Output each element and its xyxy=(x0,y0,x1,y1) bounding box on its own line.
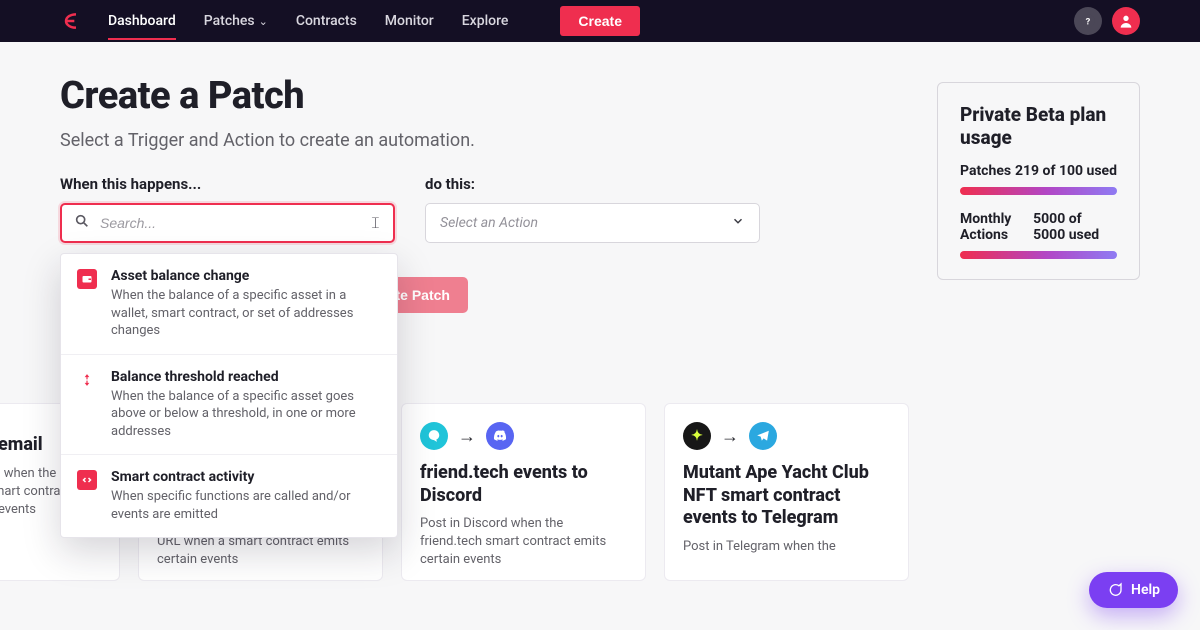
template-card[interactable]: ✦ → Mutant Ape Yacht Club NFT smart cont… xyxy=(664,403,909,581)
create-button[interactable]: Create xyxy=(560,6,640,36)
usage-label: Patches xyxy=(960,163,1011,179)
usage-value: 219 of 100 used xyxy=(1015,163,1117,179)
nav-monitor[interactable]: Monitor xyxy=(385,13,434,29)
dropdown-item-desc: When specific functions are called and/o… xyxy=(111,488,381,523)
code-icon xyxy=(77,470,97,490)
action-label: do this: xyxy=(425,175,760,193)
chat-icon xyxy=(1107,582,1123,598)
svg-text:?: ? xyxy=(1086,16,1091,27)
trigger-option-threshold[interactable]: Balance threshold reached When the balan… xyxy=(61,355,397,456)
template-desc: Post in Telegram when the xyxy=(683,538,890,556)
action-select[interactable]: Select an Action xyxy=(425,203,760,243)
nav-links: Dashboard Patches⌄ Contracts Monitor Exp… xyxy=(108,6,640,36)
arrow-icon: → xyxy=(721,426,739,447)
dropdown-item-title: Asset balance change xyxy=(111,268,381,284)
dropdown-item-title: Balance threshold reached xyxy=(111,369,381,385)
template-desc: Post in Discord when the friend.tech sma… xyxy=(420,515,627,570)
trigger-option-contract-activity[interactable]: Smart contract activity When specific fu… xyxy=(61,455,397,537)
trigger-option-asset-balance[interactable]: Asset balance change When the balance of… xyxy=(61,254,397,355)
usage-bar-patches xyxy=(960,187,1117,195)
friendtech-icon xyxy=(420,422,448,450)
search-icon xyxy=(74,213,90,233)
help-icon[interactable]: ? xyxy=(1074,7,1102,35)
dropdown-item-title: Smart contract activity xyxy=(111,469,381,485)
dropdown-item-desc: When the balance of a specific asset goe… xyxy=(111,388,381,441)
mayc-icon: ✦ xyxy=(683,422,711,450)
wallet-icon xyxy=(77,269,97,289)
nav-patches[interactable]: Patches⌄ xyxy=(204,13,268,29)
nav-dashboard[interactable]: Dashboard xyxy=(108,13,176,29)
trigger-search-input[interactable] xyxy=(98,214,370,232)
page-subtitle: Select a Trigger and Action to create an… xyxy=(60,130,909,151)
help-fab[interactable]: Help xyxy=(1089,572,1178,608)
main-content: Create a Patch Select a Trigger and Acti… xyxy=(60,74,909,581)
usage-value: 5000 of 5000 used xyxy=(1033,211,1117,243)
trigger-label: When this happens... xyxy=(60,175,395,193)
telegram-icon xyxy=(749,422,777,450)
top-nav: Dashboard Patches⌄ Contracts Monitor Exp… xyxy=(0,0,1200,42)
help-fab-label: Help xyxy=(1131,582,1160,598)
template-title: Mutant Ape Yacht Club NFT smart contract… xyxy=(683,462,890,530)
discord-icon xyxy=(486,422,514,450)
logo[interactable] xyxy=(60,10,82,32)
usage-title: Private Beta plan usage xyxy=(960,103,1117,149)
dropdown-item-desc: When the balance of a specific asset in … xyxy=(111,287,381,340)
trigger-search[interactable]: 𝙸 xyxy=(60,203,395,243)
chevron-down-icon xyxy=(731,214,745,232)
text-cursor-icon: 𝙸 xyxy=(370,213,381,233)
template-title: friend.tech events to Discord xyxy=(420,462,627,507)
usage-label: Monthly Actions xyxy=(960,211,1033,243)
usage-bar-actions xyxy=(960,251,1117,259)
trigger-dropdown: Asset balance change When the balance of… xyxy=(60,253,398,538)
avatar[interactable] xyxy=(1112,7,1140,35)
nav-contracts[interactable]: Contracts xyxy=(296,13,357,29)
usage-panel: Private Beta plan usage Patches 219 of 1… xyxy=(937,82,1140,280)
arrow-icon: → xyxy=(458,426,476,447)
action-placeholder: Select an Action xyxy=(440,215,538,231)
page-title: Create a Patch xyxy=(60,74,909,118)
threshold-icon xyxy=(77,370,97,390)
nav-explore[interactable]: Explore xyxy=(462,13,509,29)
chevron-down-icon: ⌄ xyxy=(259,15,268,28)
template-card[interactable]: → friend.tech events to Discord Post in … xyxy=(401,403,646,581)
